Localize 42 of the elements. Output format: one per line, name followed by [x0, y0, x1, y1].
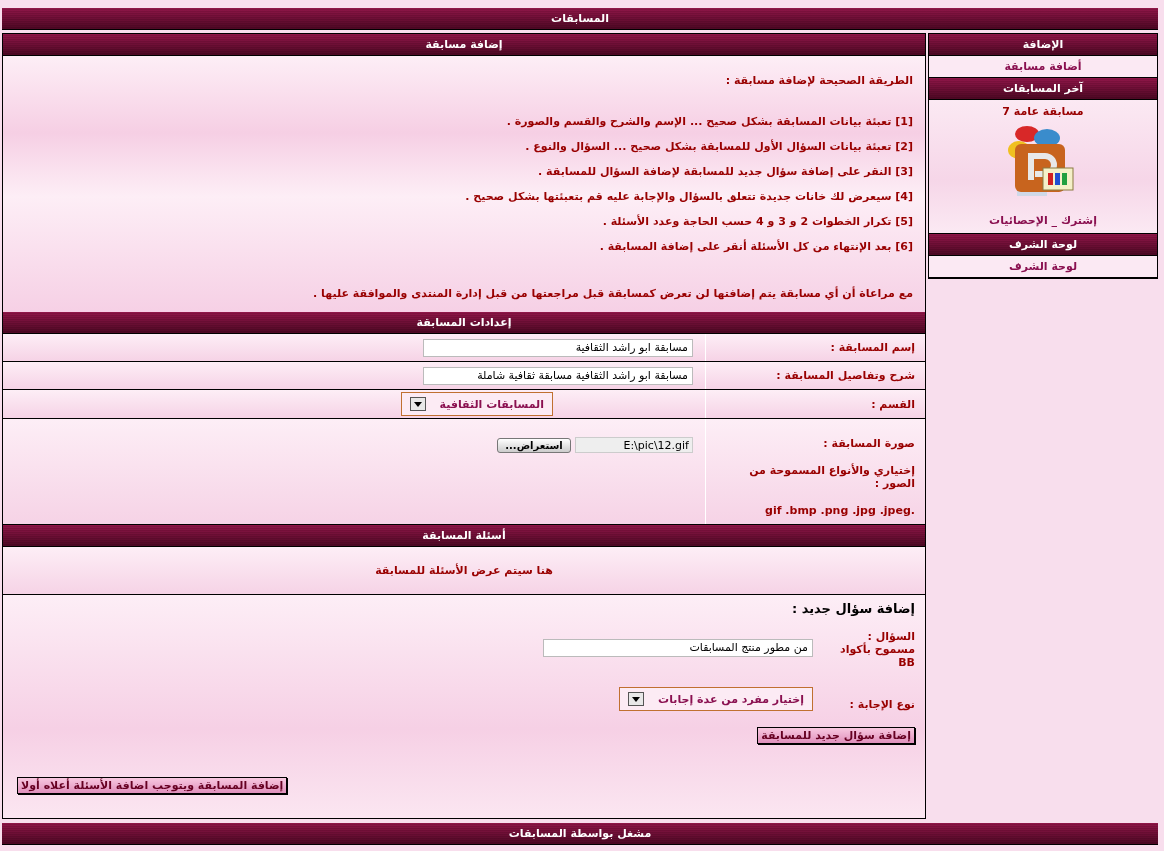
contest-name[interactable]: مسابقة عامة 7 [1002, 105, 1084, 118]
footer-bar: مشغل بواسطة المسابقات [2, 823, 1158, 845]
field-label: شرح وتفاصيل المسابقة : [775, 369, 915, 382]
section-heading: إعدادات المسابقة [3, 312, 925, 334]
field-label: القسم : [870, 397, 915, 411]
join-stats-link[interactable]: إشترك _ الإحصائيات [989, 214, 1097, 227]
submit-contest-button[interactable]: إضافة المسابقة ويتوجب اضافة الأسئلة أعلاه أولا [17, 777, 288, 794]
sidebar-link[interactable]: لوحة الشرف [1008, 260, 1078, 273]
sidebar-heading: آخر المسابقات [929, 78, 1157, 100]
sidebar-link[interactable]: أضافة مسابقة [1004, 60, 1082, 73]
instruction-step: [5] تكرار الخطوات 2 و 3 و 4 حسب الحاجة وعدد الأسئلة . [15, 215, 913, 228]
browse-button[interactable]: استعراض... [497, 437, 571, 453]
review-note: مع مراعاة أن أي مسابقة يتم إضافتها لن تعرض كمسابقة قبل مراجعتها من قبل إدارة المنتدى والموافقة عليها . [312, 287, 913, 300]
empty-questions-text: هنا سيتم عرض الأسئلة للمسابقة [375, 564, 553, 577]
instruction-step: [4] سيعرض لك خانات جديدة تتعلق بالسؤال والإجابة عليه قم بتعبئتها بشكل صحيح . [15, 190, 913, 203]
instruction-step: [3] النقر على إضافة سؤال جديد للمسابقة لإضافة السؤال للمسابقة . [15, 165, 913, 178]
answer-type-label: نوع الإجابة : [848, 698, 915, 711]
section-heading: إضافة مسابقة [3, 34, 925, 56]
text-field[interactable]: مسابقة ابو راشد الثقافية مسابقة ثقافية شاملة [423, 366, 693, 385]
instructions-title: الطريقة الصحيحة لإضافة مسابقة : [724, 74, 913, 87]
field-label: صورة المسابقة : [822, 437, 915, 450]
field-label: إسم المسابقة : [829, 341, 915, 354]
file-path-field[interactable]: E:\pic\12.gif [575, 437, 693, 453]
add-question-button[interactable]: إضافة سؤال جديد للمسابقة [757, 727, 915, 744]
category-dropdown[interactable]: المسابقات الثقافية [400, 392, 553, 416]
caret-icon [628, 692, 645, 706]
answer-type-dropdown[interactable]: إختيار مفرد من عدة إجابات [619, 687, 813, 711]
instruction-step: [1] تعبئة بيانات المسابقة بشكل صحيح ... الإسم والشرح والقسم والصورة . [15, 115, 913, 128]
new-question-heading: إضافة سؤال جديد : [791, 601, 915, 616]
instruction-step: [2] تعبئة بيانات السؤال الأول للمسابقة بشكل صحيح ... السؤال والنوع . [15, 140, 913, 153]
section-heading: أسئلة المسابقة [3, 525, 925, 547]
bbcode-note: مسموح بأكواد BB [839, 643, 915, 669]
instruction-step: [6] بعد الإنتهاء من كل الأسئلة أنقر على إضافة المسابقة . [15, 240, 913, 253]
field-hint: إختياري والأنواع المسموحة من الصور : [748, 464, 915, 490]
text-field[interactable]: مسابقة ابو راشد الثقافية [423, 338, 693, 357]
page-title-bar: المسابقات [2, 8, 1158, 30]
allowed-formats: gif .bmp .png .jpg .jpeg. [764, 504, 915, 517]
question-label: السؤال : [867, 630, 915, 643]
sidebar-heading: الإضافة [929, 34, 1157, 56]
sidebar-heading: لوحة الشرف [929, 234, 1157, 256]
caret-icon [409, 397, 426, 411]
question-field[interactable]: من مطور منتج المسابقات [543, 638, 813, 657]
